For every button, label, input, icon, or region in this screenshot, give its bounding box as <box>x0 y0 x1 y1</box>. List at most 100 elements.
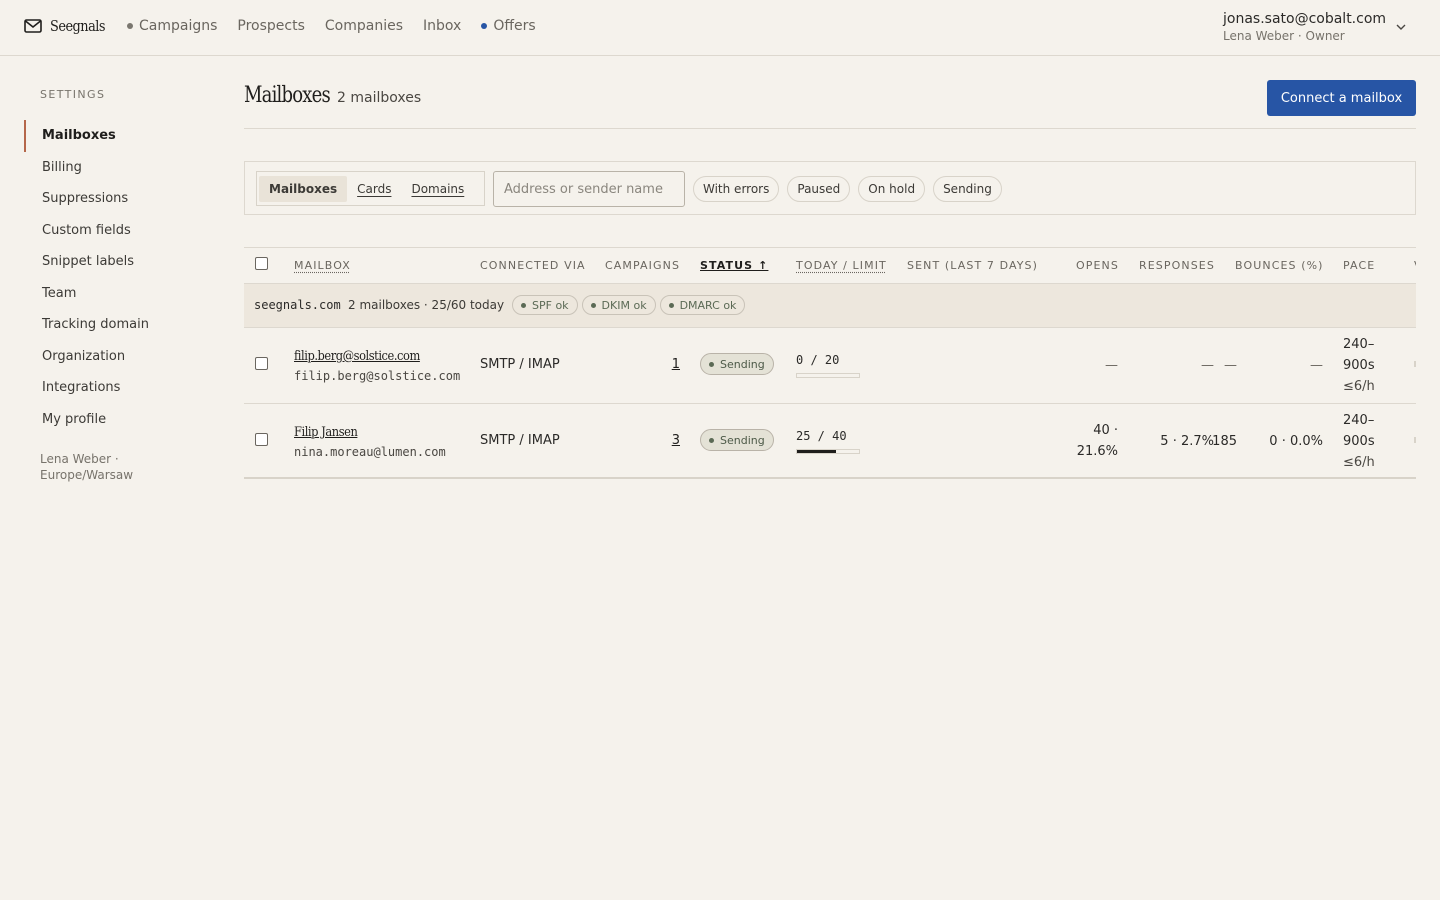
status-dot-icon <box>668 302 674 308</box>
pace-rate: ≤6/h <box>1343 455 1375 470</box>
user-email: jonas.sato@cobalt.com <box>1223 11 1387 27</box>
dmarc-badge: DMARC ok <box>659 295 746 315</box>
dns-badges: SPF ok DKIM ok DMARC ok <box>512 295 749 315</box>
sidebar-item-suppressions[interactable]: Suppressions <box>24 183 214 215</box>
sidebar-item-integrations[interactable]: Integrations <box>24 372 214 404</box>
opens: 40 · 21.6% <box>1064 420 1118 462</box>
today-limit: 0 / 20 <box>796 353 840 367</box>
daily-limit-progress <box>796 373 860 378</box>
filter-chip-with-errors[interactable]: With errors <box>693 176 780 202</box>
nav-label: Companies <box>324 18 404 34</box>
column-header-mailbox[interactable]: MAILBOX <box>294 259 351 272</box>
progress-fill <box>797 450 836 453</box>
pace-rate: ≤6/h <box>1343 379 1375 394</box>
campaigns-count-link[interactable]: 1 <box>664 357 680 372</box>
column-header-campaigns: CAMPAIGNS <box>605 259 681 272</box>
badge-label: SPF ok <box>532 298 569 312</box>
status-label: Sending <box>720 357 765 371</box>
connect-mailbox-button[interactable]: Connect a mailbox <box>1267 80 1416 116</box>
sidebar-item-snippet-labels[interactable]: Snippet labels <box>24 246 214 278</box>
user-menu[interactable]: jonas.sato@cobalt.com Lena Weber · Owner <box>1223 11 1386 43</box>
filter-chip-on-hold[interactable]: On hold <box>858 176 926 202</box>
status-label: Sending <box>720 433 765 447</box>
campaigns-count-link[interactable]: 3 <box>664 433 680 448</box>
bounces: — <box>1310 358 1323 373</box>
status-filter-chips: With errors Paused On hold Sending <box>693 176 1010 202</box>
mailbox-address: filip.berg@solstice.com <box>294 369 461 383</box>
mailboxes-table: MAILBOX CONNECTED VIA CAMPAIGNS STATUS ↑… <box>244 247 1416 479</box>
nav-dot-icon <box>481 23 488 29</box>
brand-name: Seegnals <box>50 17 106 35</box>
mailbox-name-link[interactable]: Filip Jansen <box>294 425 358 440</box>
column-header-sent-7-days: SENT (LAST 7 DAYS) <box>907 259 1039 272</box>
header-divider <box>244 128 1416 129</box>
nav-companies[interactable]: Companies <box>325 18 403 34</box>
sidebar-item-mailboxes[interactable]: Mailboxes <box>24 120 214 152</box>
opens: — <box>1105 358 1118 373</box>
spf-badge: SPF ok <box>512 295 578 315</box>
bounces: 0 · 0.0% <box>1269 434 1323 449</box>
column-header-connected-via: CONNECTED VIA <box>480 259 586 272</box>
connected-via: SMTP / IMAP <box>480 433 560 448</box>
sidebar-item-tracking-domain[interactable]: Tracking domain <box>24 309 214 341</box>
filter-chip-sending[interactable]: Sending <box>933 176 1002 202</box>
badge-label: DMARC ok <box>679 298 737 312</box>
filter-bar: Mailboxes Cards Domains With errors Paus… <box>244 161 1416 215</box>
status-dot-icon <box>709 361 714 367</box>
pace-range-start: 240– <box>1343 337 1375 352</box>
responses: — <box>1201 358 1214 373</box>
responses: 5 · 2.7% <box>1160 434 1214 449</box>
sidebar-item-my-profile[interactable]: My profile <box>24 404 214 436</box>
opens-rate: 21.6% <box>1076 444 1118 459</box>
dkim-badge: DKIM ok <box>581 295 656 315</box>
view-tab-mailboxes[interactable]: Mailboxes <box>259 175 348 202</box>
pace-range-start: 240– <box>1343 413 1375 428</box>
column-header-today-limit[interactable]: TODAY / LIMIT <box>796 259 887 272</box>
status-badge: Sending <box>700 353 774 375</box>
badge-label: DKIM ok <box>601 298 647 312</box>
nav-prospects[interactable]: Prospects <box>237 18 304 34</box>
mailbox-name-link[interactable]: filip.berg@solstice.com <box>294 349 420 364</box>
table-header: MAILBOX CONNECTED VIA CAMPAIGNS STATUS ↑… <box>244 247 1416 283</box>
group-summary: 2 mailboxes · 25/60 today <box>348 298 505 312</box>
select-all-checkbox[interactable] <box>255 257 268 270</box>
user-role: Lena Weber · Owner <box>1223 29 1345 43</box>
search-input[interactable] <box>493 171 685 207</box>
view-tab-cards[interactable]: Cards <box>347 176 401 202</box>
nav-label: Offers <box>493 18 536 34</box>
settings-sidebar: Mailboxes Billing Suppressions Custom fi… <box>24 120 214 435</box>
daily-limit-progress <box>796 449 860 454</box>
pace: 240– 900s ≤6/h <box>1343 410 1375 473</box>
nav-campaigns[interactable]: Campaigns <box>127 18 217 34</box>
status-dot-icon <box>709 437 714 443</box>
nav-offers[interactable]: Offers <box>481 18 536 34</box>
status-dot-icon <box>590 302 596 308</box>
overflow-indicator <box>1414 437 1416 443</box>
brand-logo[interactable]: Seegnals <box>24 17 114 35</box>
table-row[interactable]: Filip Jansen nina.moreau@lumen.com SMTP … <box>244 403 1416 479</box>
domain-group-row[interactable]: seegnals.com 2 mailboxes · 25/60 today S… <box>244 283 1416 327</box>
sidebar-item-billing[interactable]: Billing <box>24 152 214 184</box>
column-header-status[interactable]: STATUS ↑ <box>700 259 768 272</box>
sidebar-item-team[interactable]: Team <box>24 278 214 310</box>
opens-count: 40 · <box>1093 423 1118 438</box>
column-header-opens: OPENS <box>1076 259 1119 272</box>
chevron-down-icon[interactable] <box>1394 20 1408 34</box>
view-switcher: Mailboxes Cards Domains <box>256 171 485 206</box>
view-tab-domains[interactable]: Domains <box>401 176 474 202</box>
sidebar-item-custom-fields[interactable]: Custom fields <box>24 215 214 247</box>
connected-via: SMTP / IMAP <box>480 357 560 372</box>
row-checkbox[interactable] <box>255 357 268 370</box>
table-row[interactable]: filip.berg@solstice.com filip.berg@solst… <box>244 327 1416 403</box>
pace-range-end: 900s <box>1343 358 1375 373</box>
row-checkbox[interactable] <box>255 433 268 446</box>
group-domain: seegnals.com <box>254 298 341 312</box>
nav-inbox[interactable]: Inbox <box>423 18 461 34</box>
column-header-overflow: V <box>1414 259 1416 272</box>
filter-chip-paused[interactable]: Paused <box>787 176 851 202</box>
nav-label: Prospects <box>237 18 305 34</box>
sidebar-item-organization[interactable]: Organization <box>24 341 214 373</box>
envelope-icon <box>24 19 42 33</box>
main-nav: Campaigns Prospects Companies Inbox Offe… <box>127 18 556 34</box>
pace: 240– 900s ≤6/h <box>1343 334 1375 397</box>
